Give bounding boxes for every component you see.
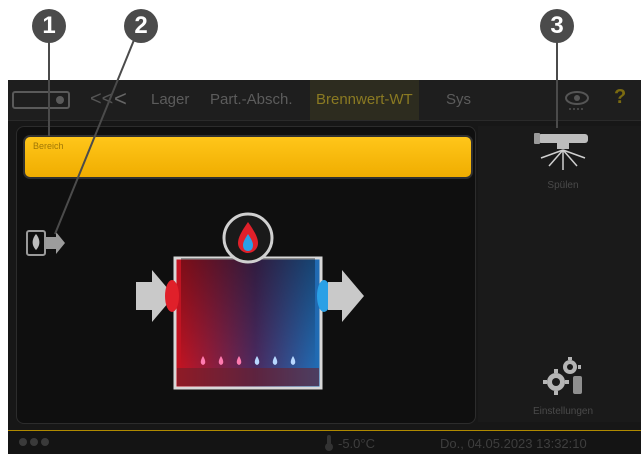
tab-part-absch[interactable]: Part.-Absch. xyxy=(204,80,299,120)
panel-title-bar: Bereich xyxy=(23,135,473,179)
right-action-column: Spülen Einstellungen xyxy=(478,126,641,422)
eye-icon[interactable] xyxy=(563,86,591,114)
settings-label: Einstellungen xyxy=(532,406,594,417)
settings-icon[interactable] xyxy=(540,354,584,398)
heat-exchanger-diagram xyxy=(128,210,368,395)
thermometer-icon xyxy=(324,435,334,454)
heat-exchanger-mode-icon[interactable] xyxy=(26,228,66,258)
nav-back-double[interactable]: << xyxy=(90,88,113,111)
callout-2: 2 xyxy=(124,9,158,43)
rinse-label: Spülen xyxy=(547,180,579,191)
help-icon[interactable]: ? xyxy=(614,86,626,109)
status-indicator-icon xyxy=(18,435,58,449)
callout-3: 3 xyxy=(540,9,574,43)
tab-sys[interactable]: Sys xyxy=(440,80,477,120)
top-navigation-bar: << < Lager Part.-Absch. Brennwert-WT Sys… xyxy=(8,80,641,121)
brand-logo[interactable] xyxy=(12,91,70,109)
tab-lager[interactable]: Lager xyxy=(145,80,195,120)
date-time: Do., 04.05.2023 13:32:10 xyxy=(440,436,587,451)
nav-back-arrow[interactable]: < xyxy=(114,86,127,112)
rinse-icon[interactable] xyxy=(533,130,593,174)
panel-title: Bereich xyxy=(33,141,64,151)
tab-brennwert-wt[interactable]: Brennwert-WT xyxy=(310,80,419,120)
callout-1: 1 xyxy=(32,9,66,43)
status-bar: -5.0°C Do., 04.05.2023 13:32:10 xyxy=(8,430,641,454)
device-screen: << < Lager Part.-Absch. Brennwert-WT Sys… xyxy=(8,80,641,454)
outdoor-temperature: -5.0°C xyxy=(338,436,375,451)
